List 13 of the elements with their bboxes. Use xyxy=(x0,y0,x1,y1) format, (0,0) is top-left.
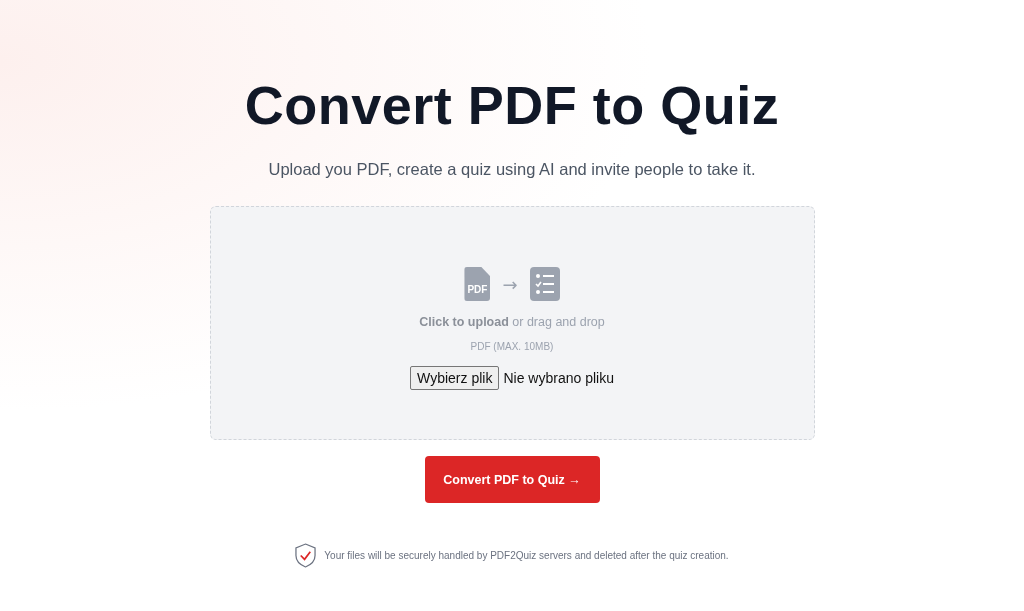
choose-file-button[interactable]: Wybierz plik xyxy=(410,366,500,390)
convert-button[interactable]: Convert PDF to Quiz → xyxy=(424,456,600,503)
upload-dropzone[interactable]: PDF → Click to upload or drag and drop PDF (MAX. 10MB) Wybierz plik Nie wybrano pliku xyxy=(209,206,815,440)
pdf-file-icon: PDF xyxy=(464,267,491,301)
page-subtitle: Upload you PDF, create a quiz using AI and invite people to take it. xyxy=(268,160,756,179)
security-note: Your files will be securely handled by PDF2Quiz servers and deleted after the quiz creation. xyxy=(324,550,729,561)
page-title: Convert PDF to Quiz xyxy=(244,74,780,136)
arrow-icon: → xyxy=(502,273,518,295)
file-status-text: Nie wybrano pliku xyxy=(503,370,614,386)
checklist-icon xyxy=(529,267,560,301)
file-size-limit: PDF (MAX. 10MB) xyxy=(470,341,554,352)
upload-instruction: Click to upload or drag and drop xyxy=(419,315,605,329)
shield-check-icon xyxy=(295,543,317,568)
